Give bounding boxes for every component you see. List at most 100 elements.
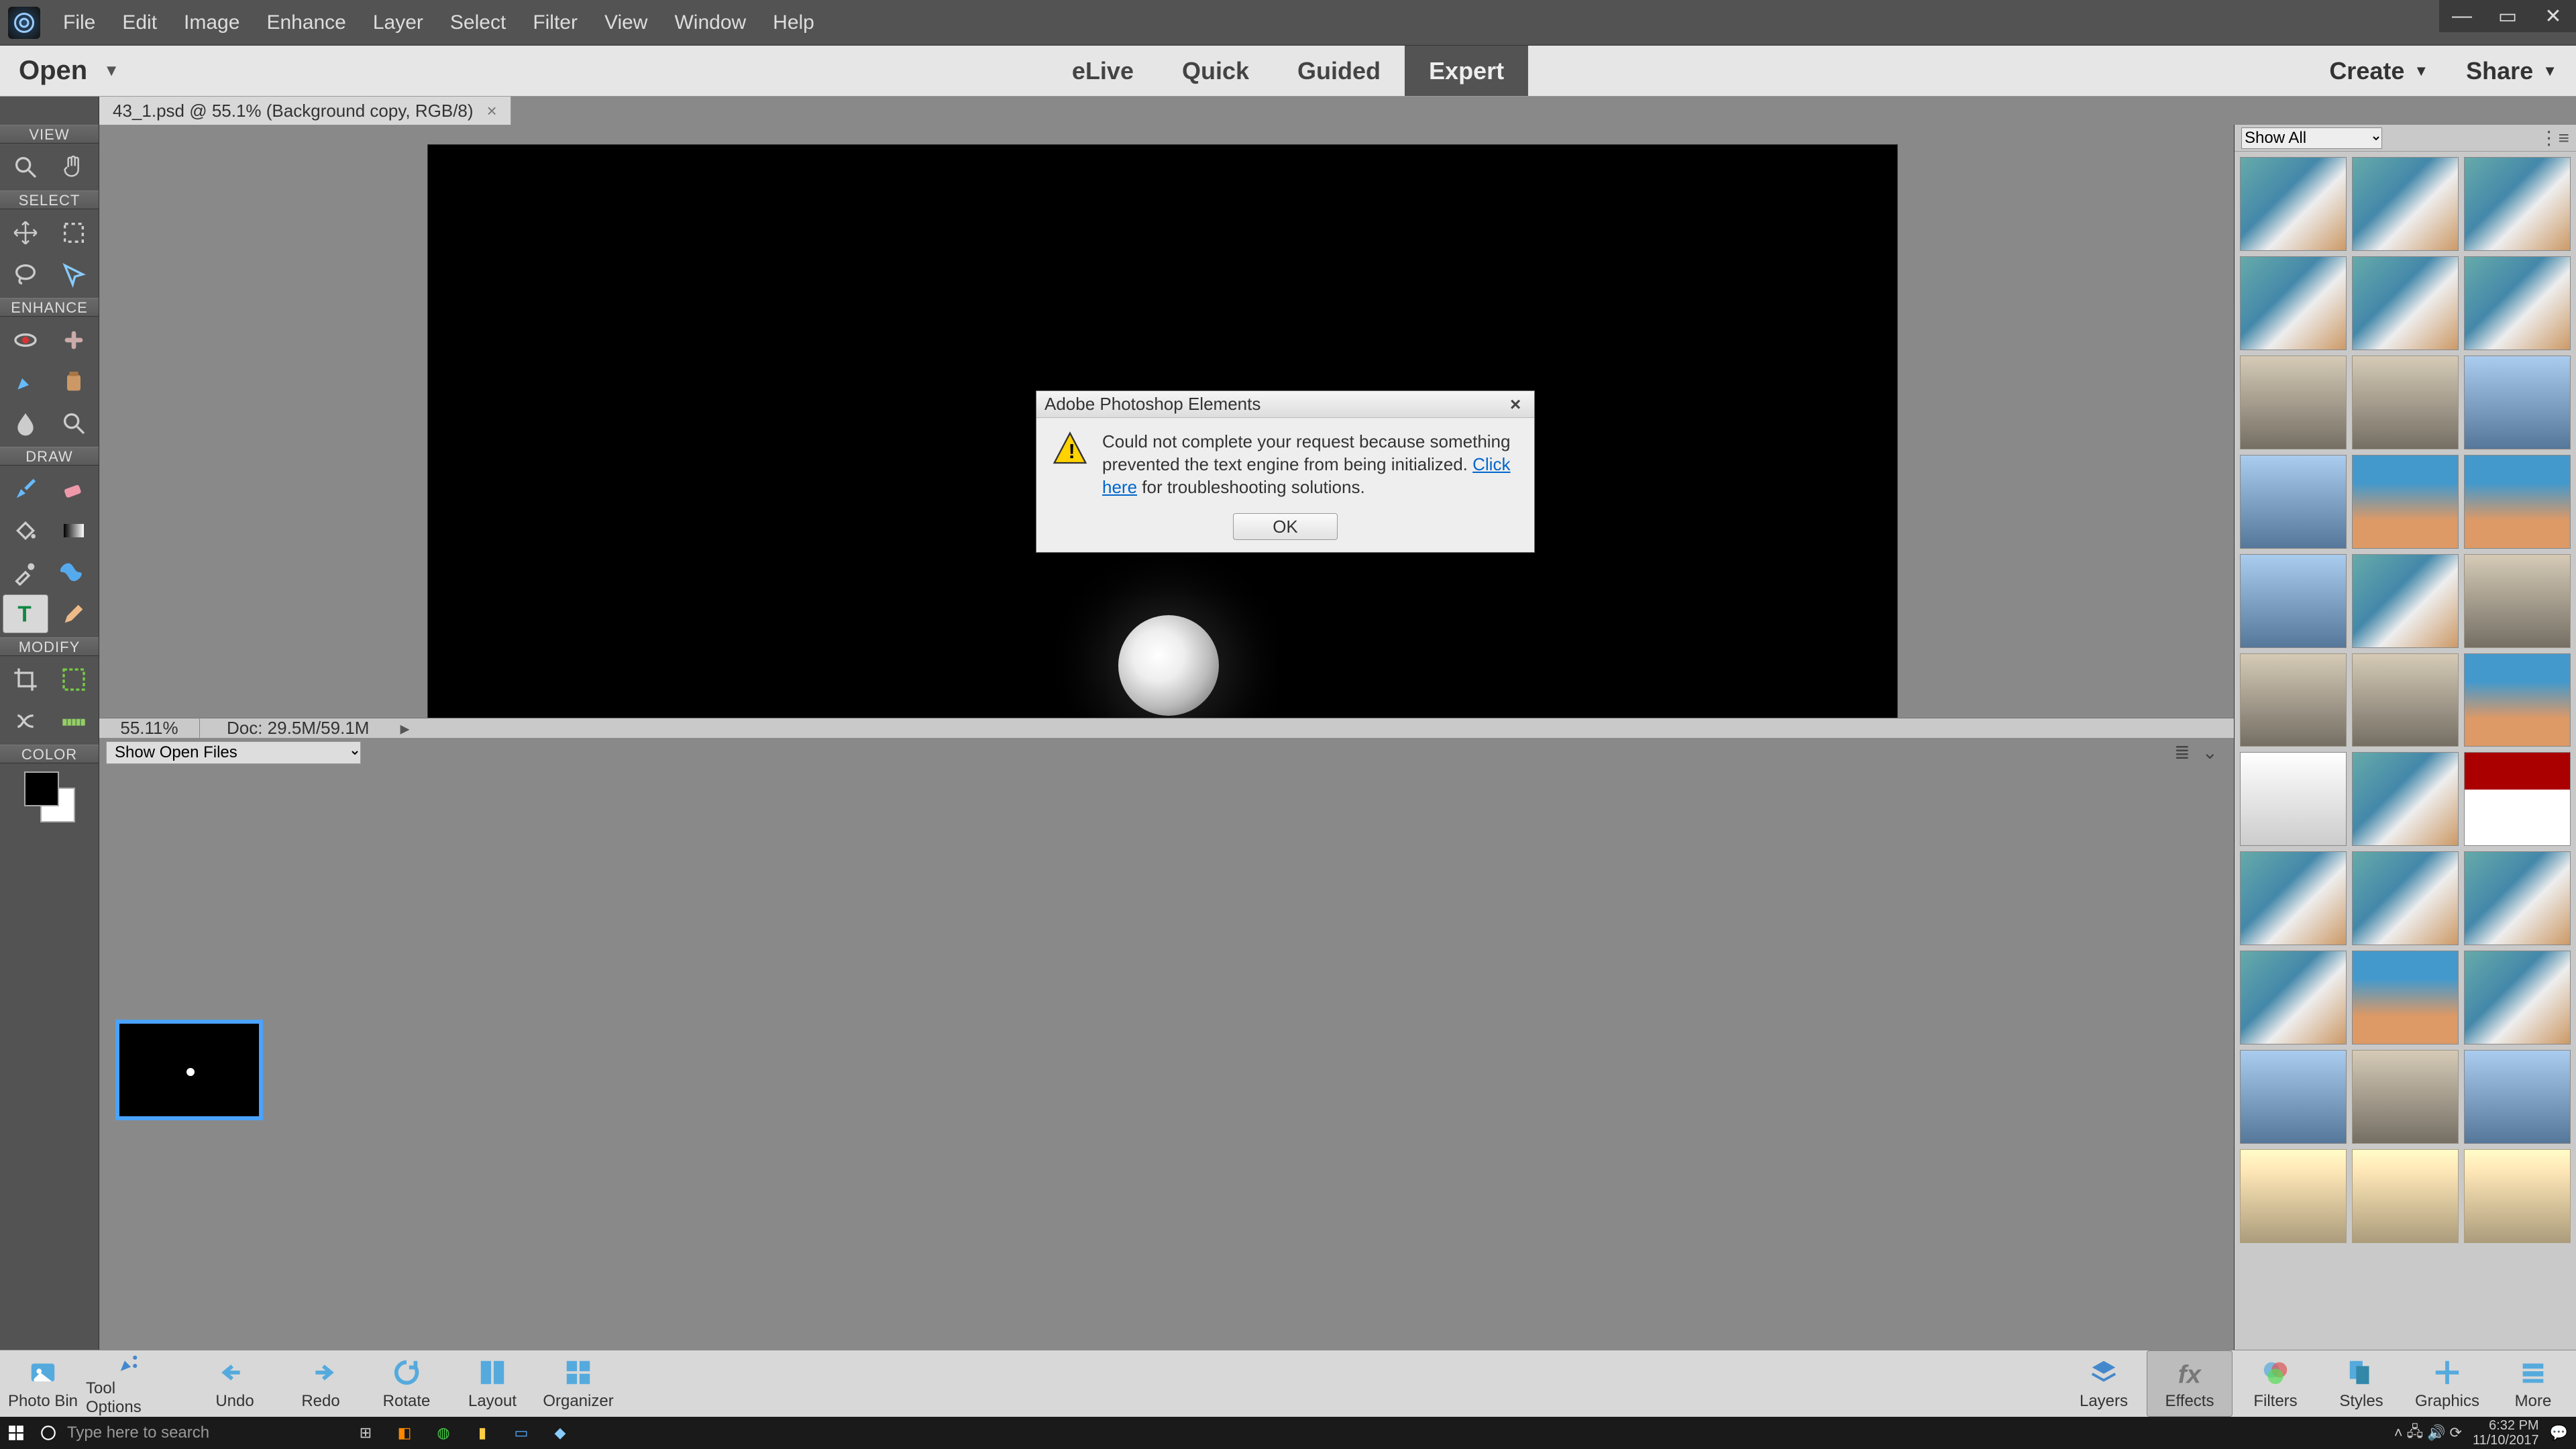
- effect-thumb[interactable]: [2464, 554, 2571, 648]
- menu-enhance[interactable]: Enhance: [253, 11, 359, 34]
- mode-elive[interactable]: eLive: [1048, 46, 1158, 96]
- organizer-button[interactable]: Organizer: [535, 1350, 621, 1417]
- layout-button[interactable]: Layout: [449, 1350, 535, 1417]
- eraser-tool-icon[interactable]: [51, 470, 97, 508]
- menu-filter[interactable]: Filter: [519, 11, 591, 34]
- effect-thumb[interactable]: [2240, 1050, 2347, 1144]
- zoom-tool-icon[interactable]: [3, 148, 48, 186]
- menu-file[interactable]: File: [50, 11, 109, 34]
- effect-thumb[interactable]: [2240, 157, 2347, 251]
- text-tool-icon[interactable]: T: [3, 594, 48, 633]
- clone-tool-icon[interactable]: [51, 362, 97, 401]
- mode-guided[interactable]: Guided: [1273, 46, 1405, 96]
- styles-panel-button[interactable]: Styles: [2318, 1350, 2404, 1417]
- eyedropper-tool-icon[interactable]: [3, 553, 48, 592]
- menu-edit[interactable]: Edit: [109, 11, 170, 34]
- color-swatch[interactable]: [24, 771, 75, 822]
- doc-info-chevron-icon[interactable]: ▸: [400, 717, 409, 739]
- tray-chevron-icon[interactable]: ˄: [2394, 1424, 2403, 1442]
- effect-thumb[interactable]: [2240, 752, 2347, 846]
- open-files-dropdown[interactable]: Show Open Files: [106, 741, 361, 764]
- open-dropdown[interactable]: Open ▼: [0, 56, 146, 86]
- move-tool-icon[interactable]: [3, 213, 48, 252]
- effect-thumb[interactable]: [2352, 455, 2459, 549]
- filters-panel-button[interactable]: Filters: [2233, 1350, 2318, 1417]
- menu-layer[interactable]: Layer: [360, 11, 437, 34]
- taskbar-app-icon[interactable]: ▭: [502, 1417, 541, 1449]
- layers-panel-button[interactable]: Layers: [2061, 1350, 2147, 1417]
- panel-menu-icon[interactable]: ⋮≡: [2540, 127, 2569, 149]
- effect-thumb[interactable]: [2352, 752, 2459, 846]
- effects-filter-dropdown[interactable]: Show All: [2241, 127, 2382, 149]
- close-tab-icon[interactable]: ×: [487, 101, 497, 121]
- effect-thumb[interactable]: [2352, 1050, 2459, 1144]
- recompose-tool-icon[interactable]: [51, 660, 97, 699]
- effect-thumb[interactable]: [2464, 157, 2571, 251]
- effect-thumb[interactable]: [2352, 554, 2459, 648]
- straighten-tool-icon[interactable]: [51, 702, 97, 741]
- brush-tool-icon[interactable]: [3, 470, 48, 508]
- undo-button[interactable]: Undo: [192, 1350, 278, 1417]
- system-tray[interactable]: ˄ 🖧 🔊 ⟳ 6:32 PM 11/10/2017 💬: [2386, 1418, 2576, 1448]
- graphics-panel-button[interactable]: Graphics: [2404, 1350, 2490, 1417]
- paintbucket-tool-icon[interactable]: [3, 511, 48, 550]
- taskbar-clock[interactable]: 6:32 PM 11/10/2017: [2466, 1418, 2546, 1448]
- taskbar-app-icon[interactable]: ◧: [385, 1417, 424, 1449]
- effect-thumb[interactable]: [2240, 554, 2347, 648]
- lasso-tool-icon[interactable]: [3, 255, 48, 294]
- effect-thumb[interactable]: [2240, 1149, 2347, 1243]
- effect-thumb[interactable]: [2464, 455, 2571, 549]
- photobin-button[interactable]: Photo Bin: [0, 1350, 86, 1417]
- hand-tool-icon[interactable]: [51, 148, 97, 186]
- menu-select[interactable]: Select: [437, 11, 519, 34]
- zoom-readout[interactable]: 55.11%: [99, 718, 200, 739]
- quickselect-tool-icon[interactable]: [51, 255, 97, 294]
- shape-tool-icon[interactable]: [51, 553, 97, 592]
- effect-thumb[interactable]: [2352, 653, 2459, 747]
- effect-thumb[interactable]: [2464, 851, 2571, 945]
- effect-thumb[interactable]: [2464, 1050, 2571, 1144]
- taskbar-app-icon[interactable]: ◆: [541, 1417, 580, 1449]
- menu-image[interactable]: Image: [170, 11, 253, 34]
- tray-sync-icon[interactable]: ⟳: [2450, 1424, 2462, 1442]
- taskbar-app-icon[interactable]: ▮: [463, 1417, 502, 1449]
- smartbrush-tool-icon[interactable]: [3, 362, 48, 401]
- window-close-icon[interactable]: ✕: [2530, 0, 2576, 32]
- spotheal-tool-icon[interactable]: [51, 321, 97, 360]
- list-view-icon[interactable]: ≣: [2174, 741, 2190, 763]
- marquee-tool-icon[interactable]: [51, 213, 97, 252]
- start-button-icon[interactable]: [0, 1417, 32, 1449]
- taskbar-app-icon[interactable]: ◍: [424, 1417, 463, 1449]
- blur-tool-icon[interactable]: [3, 404, 48, 443]
- tray-action-center-icon[interactable]: 💬: [2550, 1424, 2568, 1442]
- crop-tool-icon[interactable]: [3, 660, 48, 699]
- share-dropdown[interactable]: Share▼: [2447, 46, 2576, 96]
- more-panel-button[interactable]: More: [2490, 1350, 2576, 1417]
- effect-thumb[interactable]: [2240, 951, 2347, 1044]
- create-dropdown[interactable]: Create▼: [2310, 46, 2447, 96]
- redo-button[interactable]: Redo: [278, 1350, 364, 1417]
- effect-thumb[interactable]: [2240, 455, 2347, 549]
- effect-thumb[interactable]: [2464, 951, 2571, 1044]
- pencil-tool-icon[interactable]: [51, 594, 97, 633]
- effect-thumb[interactable]: [2352, 851, 2459, 945]
- mode-expert[interactable]: Expert: [1405, 46, 1528, 96]
- foreground-color-swatch[interactable]: [24, 771, 59, 806]
- effect-thumb[interactable]: [2240, 653, 2347, 747]
- effect-thumb[interactable]: [2464, 1149, 2571, 1243]
- photo-bin-thumb[interactable]: [115, 1020, 263, 1120]
- effect-thumb[interactable]: [2240, 356, 2347, 449]
- document-tab[interactable]: 43_1.psd @ 55.1% (Background copy, RGB/8…: [99, 97, 511, 125]
- taskview-icon[interactable]: ⊞: [346, 1417, 385, 1449]
- dialog-close-icon[interactable]: ×: [1505, 395, 1526, 414]
- contentaware-tool-icon[interactable]: [3, 702, 48, 741]
- menu-help[interactable]: Help: [759, 11, 828, 34]
- effect-thumb[interactable]: [2352, 157, 2459, 251]
- effect-thumb[interactable]: [2352, 256, 2459, 350]
- gradient-tool-icon[interactable]: [51, 511, 97, 550]
- menu-view[interactable]: View: [591, 11, 661, 34]
- chevron-down-icon[interactable]: ⌄: [2202, 741, 2218, 763]
- window-minimize-icon[interactable]: —: [2439, 0, 2485, 32]
- taskbar-search-placeholder[interactable]: Type here to search: [64, 1424, 346, 1442]
- sponge-tool-icon[interactable]: [51, 404, 97, 443]
